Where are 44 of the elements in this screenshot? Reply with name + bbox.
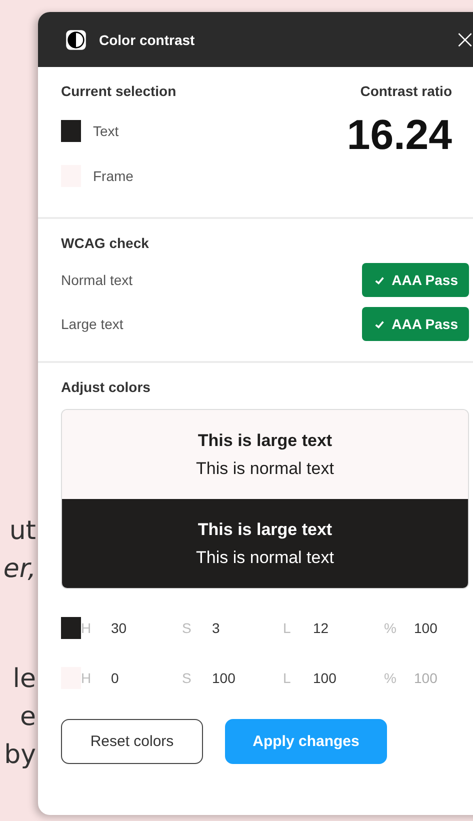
large-sample-text: This is large text [198,520,332,540]
color-swatch[interactable] [61,120,81,142]
normal-sample-text: This is normal text [196,548,334,568]
contrast-ratio-value: 16.24 [346,111,452,159]
large-sample-text: This is large text [198,430,332,450]
field-label: % [384,670,398,686]
reset-button[interactable]: Reset colors [61,719,203,764]
background-text: le [12,663,36,696]
field-label: L [283,620,292,636]
contrast-icon [65,28,87,50]
result-badge: AAA Pass [362,307,469,341]
opacity-field[interactable]: 100 [414,620,438,636]
check-label: Normal text [61,272,133,288]
hue-field[interactable]: 0 [111,670,119,686]
background-text: er, [3,553,36,586]
field-label: S [182,620,192,636]
field-label: H [81,620,92,636]
field-label: % [384,620,398,636]
check-label: Large text [61,316,124,332]
background-text: by [4,739,36,772]
field-label: L [283,670,292,686]
check-icon [374,274,385,286]
saturation-field[interactable]: 100 [212,670,236,686]
section-title: Adjust colors [61,378,152,397]
hue-field[interactable]: 30 [111,620,127,636]
result-badge: AAA Pass [362,263,469,297]
opacity-field: 100 [414,670,438,686]
section-title: Current selection [61,82,176,101]
swatch-label: Text [93,123,119,139]
lightness-field[interactable]: 12 [313,620,329,636]
field-label: H [81,670,92,686]
ratio-label: Contrast ratio [360,82,452,101]
swatch-label: Frame [93,168,134,184]
saturation-field[interactable]: 3 [212,620,220,636]
window-title: Color contrast [99,32,196,48]
field-label: S [182,670,192,686]
color-swatch[interactable] [61,617,81,639]
normal-sample-text: This is normal text [196,458,334,478]
background-text: e [20,701,36,734]
section-title: WCAG check [61,234,150,253]
background-text: ut [9,515,36,548]
lightness-field[interactable]: 100 [313,670,336,686]
check-icon [374,318,385,330]
close-button[interactable]: × [450,26,473,52]
